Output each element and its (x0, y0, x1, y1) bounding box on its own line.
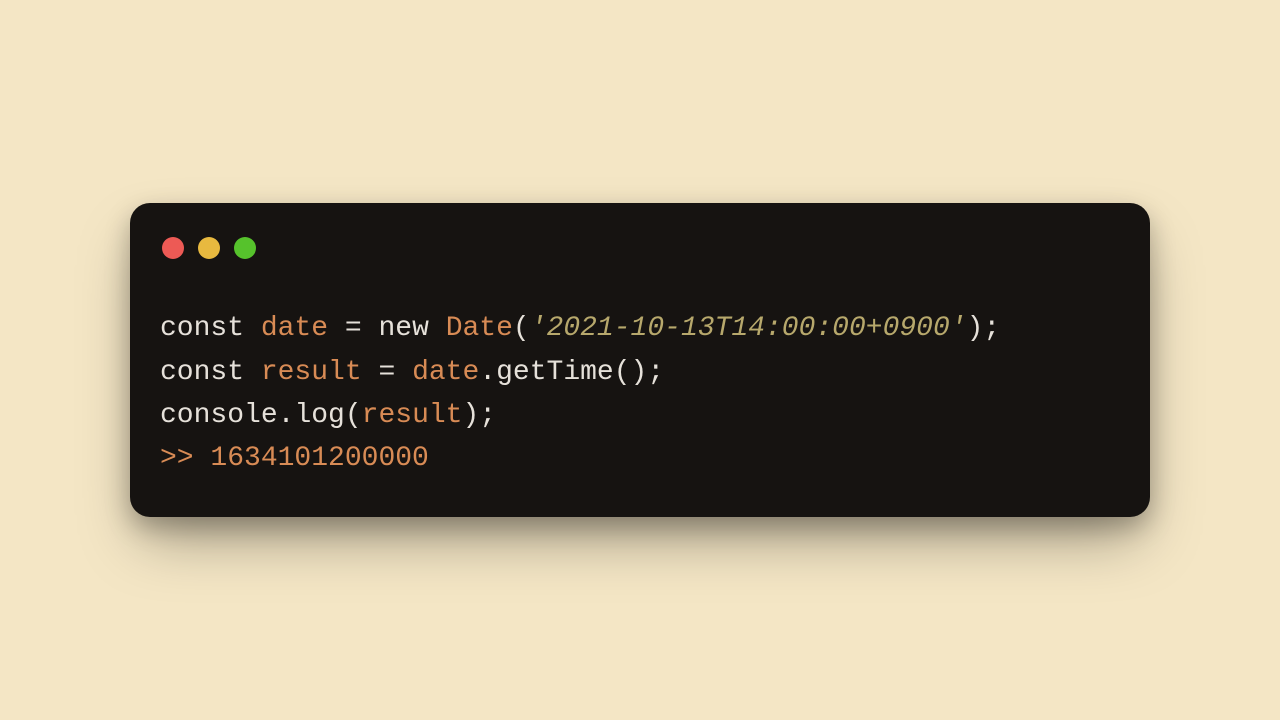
ident-date: date (412, 357, 479, 388)
op-assign: = (328, 313, 378, 344)
paren-open: ( (345, 400, 362, 431)
paren-close-semicolon: ); (967, 313, 1001, 344)
code-line-3: console.log(result); (160, 400, 496, 431)
kw-new: new (378, 313, 445, 344)
output-prompt: >> (160, 443, 210, 474)
code-line-4: >> 1634101200000 (160, 443, 429, 474)
code-line-1: const date = new Date('2021-10-13T14:00:… (160, 313, 1000, 344)
code-block: const date = new Date('2021-10-13T14:00:… (160, 307, 1120, 481)
code-window: const date = new Date('2021-10-13T14:00:… (130, 203, 1150, 517)
method-log: log (294, 400, 344, 431)
dot: . (479, 357, 496, 388)
op-assign: = (362, 357, 412, 388)
kw-const: const (160, 313, 261, 344)
paren-open: ( (513, 313, 530, 344)
ident-date: date (261, 313, 328, 344)
dot: . (278, 400, 295, 431)
window-close-icon[interactable] (162, 237, 184, 259)
ident-result: result (261, 357, 362, 388)
ident-result: result (362, 400, 463, 431)
window-titlebar (160, 233, 1120, 259)
call-suffix: (); (614, 357, 664, 388)
class-date: Date (446, 313, 513, 344)
ident-console: console (160, 400, 278, 431)
code-line-2: const result = date.getTime(); (160, 357, 664, 388)
method-gettime: getTime (496, 357, 614, 388)
output-value: 1634101200000 (210, 443, 428, 474)
kw-const: const (160, 357, 261, 388)
window-zoom-icon[interactable] (234, 237, 256, 259)
window-minimize-icon[interactable] (198, 237, 220, 259)
string-literal: '2021-10-13T14:00:00+0900' (530, 313, 967, 344)
paren-close-semicolon: ); (463, 400, 497, 431)
